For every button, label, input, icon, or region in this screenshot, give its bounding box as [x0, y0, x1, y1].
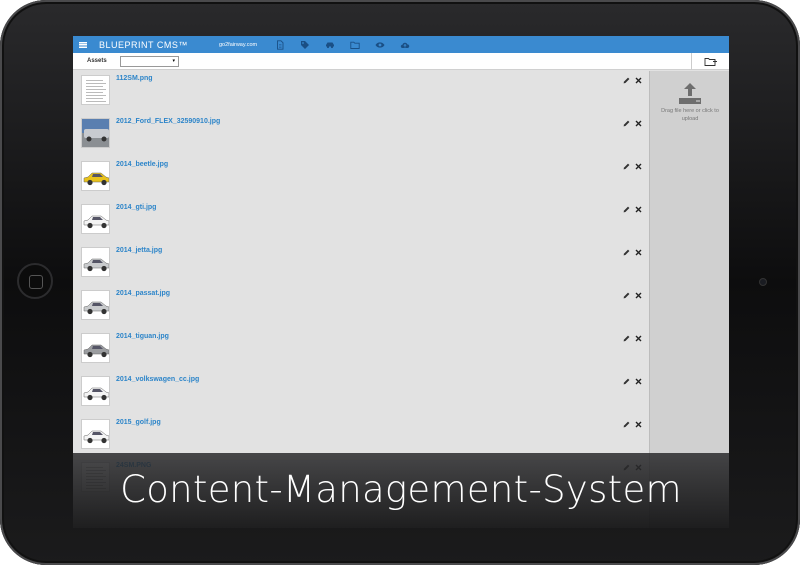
asset-row[interactable]: 112SM.png [73, 71, 649, 114]
asset-filename-link[interactable]: 2014_gti.jpg [116, 204, 156, 211]
row-actions [623, 421, 642, 428]
asset-thumbnail[interactable] [81, 161, 110, 191]
asset-thumbnail[interactable] [81, 75, 110, 105]
car-icon[interactable] [317, 36, 342, 53]
edit-pencil-icon[interactable] [623, 378, 630, 385]
edit-pencil-icon[interactable] [623, 206, 630, 213]
asset-row[interactable]: 2014_jetta.jpg [73, 243, 649, 286]
asset-filename-link[interactable]: 2012_Ford_FLEX_32590910.jpg [116, 118, 220, 125]
row-actions [623, 120, 642, 127]
tag-icon[interactable] [292, 36, 317, 53]
brand-logo: BLUEPRINT CMS™ [99, 39, 188, 50]
asset-filename-link[interactable]: 2014_volkswagen_cc.jpg [116, 376, 199, 383]
row-actions [623, 378, 642, 385]
delete-x-icon[interactable] [635, 335, 642, 342]
asset-thumbnail[interactable] [81, 333, 110, 363]
edit-pencil-icon[interactable] [623, 163, 630, 170]
asset-row[interactable]: 2014_volkswagen_cc.jpg [73, 372, 649, 415]
front-camera [759, 278, 767, 286]
row-actions [623, 335, 642, 342]
delete-x-icon[interactable] [635, 206, 642, 213]
asset-filename-link[interactable]: 2014_passat.jpg [116, 290, 170, 297]
asset-thumbnail[interactable] [81, 204, 110, 234]
asset-row[interactable]: 2012_Ford_FLEX_32590910.jpg [73, 114, 649, 157]
asset-filename-link[interactable]: 2014_tiguan.jpg [116, 333, 169, 340]
asset-filename-link[interactable]: 2014_beetle.jpg [116, 161, 168, 168]
edit-pencil-icon[interactable] [623, 120, 630, 127]
asset-filename-link[interactable]: 2015_golf.jpg [116, 419, 161, 426]
asset-filename-link[interactable]: 2014_jetta.jpg [116, 247, 162, 254]
row-actions [623, 77, 642, 84]
asset-row[interactable]: 2014_beetle.jpg [73, 157, 649, 200]
asset-filter-select[interactable]: ▾ [120, 55, 179, 67]
row-actions [623, 292, 642, 299]
folder-add-icon [704, 58, 717, 66]
delete-x-icon[interactable] [635, 120, 642, 127]
caption-title: Content-Management-System [120, 467, 682, 511]
asset-thumbnail[interactable] [81, 247, 110, 277]
document-icon[interactable] [267, 36, 292, 53]
upload-hint-text: Drag file here or click to upload [661, 108, 719, 122]
row-actions [623, 163, 642, 170]
delete-x-icon[interactable] [635, 378, 642, 385]
site-link[interactable]: go2fairway.com [219, 42, 257, 48]
select-arrow-icon: ▾ [172, 58, 175, 64]
row-actions [623, 249, 642, 256]
delete-x-icon[interactable] [635, 249, 642, 256]
asset-thumbnail[interactable] [81, 290, 110, 320]
edit-pencil-icon[interactable] [623, 292, 630, 299]
edit-pencil-icon[interactable] [623, 77, 630, 84]
delete-x-icon[interactable] [635, 292, 642, 299]
asset-row[interactable]: 2014_passat.jpg [73, 286, 649, 329]
asset-thumbnail[interactable] [81, 118, 110, 148]
asset-thumbnail[interactable] [81, 376, 110, 406]
add-folder-button[interactable] [691, 53, 729, 70]
cloud-upload-icon[interactable] [392, 36, 417, 53]
tablet-frame: BLUEPRINT CMS™ go2fairway.com Assets ▾ 1… [0, 0, 800, 565]
top-navigation-bar: BLUEPRINT CMS™ go2fairway.com [73, 36, 729, 53]
asset-row[interactable]: 2014_tiguan.jpg [73, 329, 649, 372]
assets-toolbar: Assets ▾ [73, 53, 729, 70]
upload-tray-icon [679, 83, 701, 104]
eye-icon[interactable] [367, 36, 392, 53]
folder-icon[interactable] [342, 36, 367, 53]
edit-pencil-icon[interactable] [623, 249, 630, 256]
asset-row[interactable]: 2014_gti.jpg [73, 200, 649, 243]
asset-thumbnail[interactable] [81, 419, 110, 449]
row-actions [623, 206, 642, 213]
delete-x-icon[interactable] [635, 421, 642, 428]
asset-filename-link[interactable]: 112SM.png [116, 75, 153, 82]
delete-x-icon[interactable] [635, 77, 642, 84]
assets-label: Assets [87, 58, 107, 64]
cms-screen: BLUEPRINT CMS™ go2fairway.com Assets ▾ 1… [73, 36, 729, 528]
hamburger-menu-icon[interactable] [73, 36, 93, 53]
delete-x-icon[interactable] [635, 163, 642, 170]
asset-row[interactable]: 2015_golf.jpg [73, 415, 649, 458]
caption-overlay: Content-Management-System [73, 453, 729, 528]
edit-pencil-icon[interactable] [623, 421, 630, 428]
home-button[interactable] [17, 263, 53, 299]
edit-pencil-icon[interactable] [623, 335, 630, 342]
